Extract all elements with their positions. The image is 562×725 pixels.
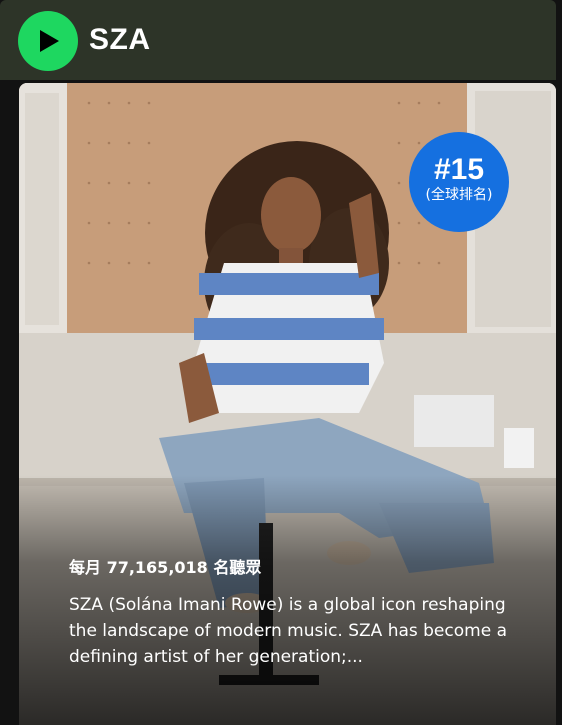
rank-label: (全球排名) (425, 187, 493, 203)
play-icon (40, 30, 59, 52)
rank-number: #15 (433, 153, 485, 186)
artist-page: SZA #15 (全球排名) 每月 77,165,018 名聽眾 SZA (So… (0, 0, 562, 725)
artist-header: SZA (0, 0, 556, 80)
artist-name: SZA (89, 23, 151, 56)
artist-bio: SZA (Solána Imani Rowe) is a global icon… (69, 595, 507, 667)
monthly-listeners: 每月 77,165,018 名聽眾 (69, 558, 262, 577)
artist-about-card[interactable]: #15 (全球排名) 每月 77,165,018 名聽眾 SZA (Solána… (19, 83, 556, 725)
play-button[interactable] (18, 11, 78, 71)
world-rank-badge: #15 (全球排名) (409, 132, 509, 232)
